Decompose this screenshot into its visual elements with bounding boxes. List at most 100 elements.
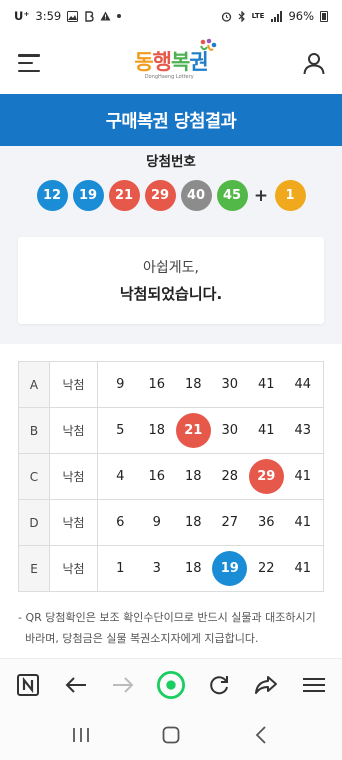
ticket-row: C 낙첨 4 16 18 28 29 41	[18, 453, 324, 500]
logo-figures-icon	[199, 38, 216, 51]
app-header: 동행복권 DongHaeng Lottery	[0, 32, 342, 94]
ticket-number: 30	[221, 423, 239, 438]
ticket-number: 41	[257, 423, 275, 438]
winning-ball: 19	[72, 180, 104, 211]
ticket-number-matched: 29	[248, 459, 284, 494]
ticket-number: 1	[116, 561, 125, 576]
home-green-icon[interactable]	[156, 670, 185, 699]
bonus-ball: 1	[274, 180, 306, 211]
browser-toolbar	[0, 658, 342, 710]
forward-arrow-icon[interactable]	[109, 671, 137, 699]
ticket-number: 9	[152, 515, 161, 530]
ticket-row: B 낙첨 5 18 21 30 41 43	[18, 407, 324, 454]
ticket-number: 41	[294, 561, 312, 576]
ticket-number: 41	[257, 377, 275, 392]
ticket-number-matched: 21	[175, 413, 211, 448]
result-message-card: 아쉽게도, 낙첨되었습니다.	[18, 237, 324, 324]
system-nav-bar	[0, 710, 342, 760]
back-icon[interactable]	[246, 720, 276, 750]
bonus-plus-sign: +	[253, 185, 269, 206]
ticket-number: 3	[152, 561, 161, 576]
ticket-row-status: 낙첨	[49, 453, 98, 500]
qr-notice-line1: - QR 당첨확인은 보조 확인수단이므로 반드시 실물과 대조하시기	[18, 611, 316, 624]
winning-ball: 12	[36, 180, 68, 211]
back-arrow-icon[interactable]	[62, 671, 90, 699]
ticket-number: 43	[294, 423, 312, 438]
ticket-row-label: B	[18, 407, 50, 454]
network-type: LTE	[251, 11, 265, 20]
signal-icon	[271, 10, 283, 22]
donghaeng-lottery-logo[interactable]: 동행복권 DongHaeng Lottery	[134, 38, 216, 80]
ticket-row: A 낙첨 9 16 18 30 41 44	[18, 361, 324, 408]
ticket-number: 41	[294, 469, 312, 484]
ticket-number: 18	[184, 515, 202, 530]
ticket-number: 18	[184, 377, 202, 392]
winning-ball: 40	[180, 180, 212, 211]
ticket-number: 6	[116, 515, 125, 530]
menu-icon[interactable]	[300, 671, 328, 699]
ticket-row-label: D	[18, 499, 50, 546]
ticket-number: 4	[116, 469, 125, 484]
ticket-number: 27	[221, 515, 239, 530]
logo-subtext: DongHaeng Lottery	[144, 74, 194, 80]
ticket-numbers: 6 9 18 27 36 41	[97, 499, 324, 546]
more-notifications-dot	[117, 14, 122, 18]
ticket-number: 36	[257, 515, 275, 530]
clock: 3:59	[35, 9, 62, 23]
result-message-line1: 아쉽게도,	[143, 260, 199, 276]
ticket-row-label: C	[18, 453, 50, 500]
ticket-row: E 낙첨 1 3 18 19 22 41	[18, 545, 324, 592]
winning-numbers: 12 19 21 29 40 45 + 1	[0, 180, 342, 211]
ticket-number: 18	[184, 469, 202, 484]
winning-ball: 29	[144, 180, 176, 211]
refresh-icon[interactable]	[205, 671, 233, 699]
hamburger-menu-icon[interactable]	[18, 54, 40, 72]
ticket-numbers: 5 18 21 30 41 43	[97, 407, 324, 454]
ticket-row: D 낙첨 6 9 18 27 36 41	[18, 499, 324, 546]
bluetooth-icon	[238, 10, 245, 22]
naver-icon[interactable]	[14, 671, 42, 699]
qr-notice: - QR 당첨확인은 보조 확인수단이므로 반드시 실물과 대조하시기 바라며,…	[18, 607, 330, 649]
ticket-row-status: 낙첨	[49, 407, 98, 454]
logo-wordmark: 동행복권	[134, 50, 208, 74]
winning-numbers-label: 당첨번호	[146, 154, 196, 170]
alarm-icon	[221, 11, 231, 22]
ticket-number: 18	[148, 423, 166, 438]
recents-icon[interactable]	[66, 720, 96, 750]
ticket-number-matched: 19	[212, 551, 248, 586]
ticket-numbers: 1 3 18 19 22 41	[97, 545, 324, 592]
ticket-numbers: 4 16 18 28 29 41	[97, 453, 324, 500]
warning-notification-icon	[100, 11, 111, 21]
ticket-number: 30	[221, 377, 239, 392]
ticket-number: 22	[257, 561, 275, 576]
ticket-row-status: 낙첨	[49, 545, 98, 592]
ticket-numbers: 9 16 18 30 41 44	[97, 361, 324, 408]
qr-notice-line2: 바라며, 당첨금은 실물 복권소지자에게 지급합니다.	[18, 632, 259, 645]
home-icon[interactable]	[156, 720, 186, 750]
ticket-row-status: 낙첨	[49, 361, 98, 408]
ticket-row-status: 낙첨	[49, 499, 98, 546]
ticket-number: 41	[294, 515, 312, 530]
ticket-number: 28	[221, 469, 239, 484]
winning-ball: 45	[216, 180, 248, 211]
result-message-line2: 낙첨되었습니다.	[119, 285, 223, 303]
winning-ball: 21	[108, 180, 140, 211]
gallery-notification-icon	[67, 10, 79, 22]
battery-icon	[320, 10, 328, 22]
ticket-row-label: A	[18, 361, 50, 408]
ticket-number: 16	[148, 469, 166, 484]
ticket-number: 44	[294, 377, 312, 392]
ticket-results-table: A 낙첨 9 16 18 30 41 44 B 낙첨 5 18 21 30 41 43 C 낙첨 4 16 18 28 29…	[18, 361, 324, 592]
ticket-number: 9	[116, 377, 125, 392]
battery-percent: 96%	[288, 9, 314, 23]
b-app-notification-icon	[85, 10, 94, 22]
ticket-row-label: E	[18, 545, 50, 592]
ticket-number: 18	[184, 561, 202, 576]
user-profile-icon[interactable]	[302, 51, 326, 75]
status-bar: U⁺ 3:59 LTE 96%	[0, 0, 342, 32]
share-icon[interactable]	[252, 671, 280, 699]
carrier-label: U⁺	[14, 9, 30, 23]
ticket-number: 5	[116, 423, 125, 438]
ticket-number: 16	[148, 377, 166, 392]
page-title: 구매복권 당첨결과	[0, 94, 342, 146]
